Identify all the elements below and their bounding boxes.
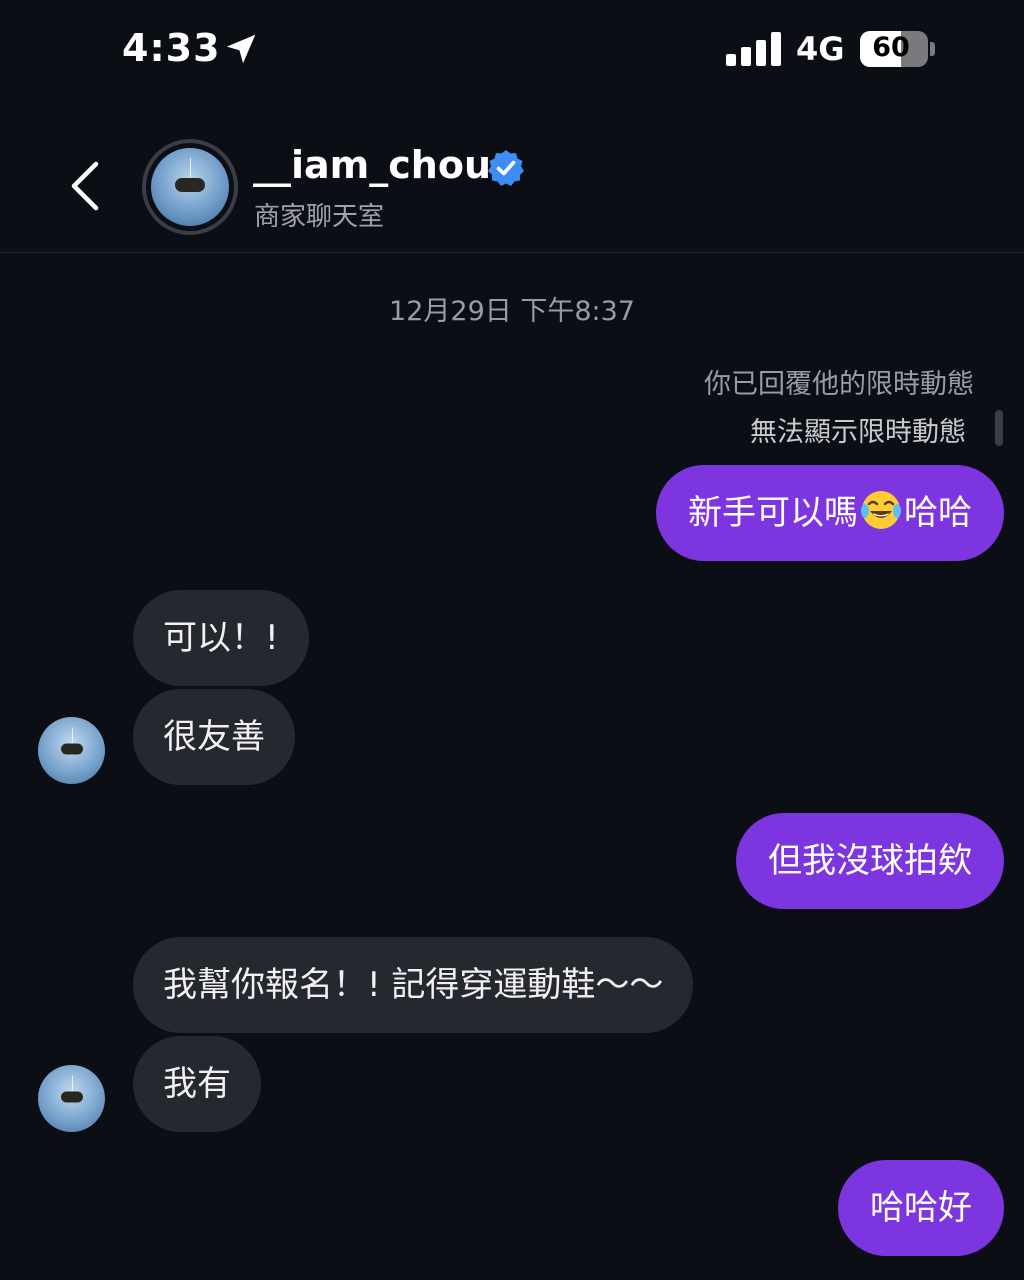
story-reply-note: 你已回覆他的限時動態: [704, 369, 974, 400]
status-time: 4:33: [122, 26, 221, 70]
message-text: 新手可以嗎: [688, 493, 858, 533]
network-type: 4G: [796, 30, 845, 68]
cellular-signal-icon: [726, 32, 782, 66]
battery-percentage: 60: [872, 32, 910, 63]
outgoing-message[interactable]: 哈哈好: [838, 1160, 1004, 1256]
face-with-tears-of-joy-icon: [861, 491, 901, 529]
verified-badge-icon: [488, 150, 524, 186]
back-chevron-icon[interactable]: [66, 160, 106, 212]
sender-avatar[interactable]: [38, 1065, 105, 1132]
message-text-suffix: 哈哈: [904, 493, 972, 533]
incoming-message[interactable]: 我有: [133, 1036, 261, 1132]
incoming-message[interactable]: 我幫你報名！! 記得穿運動鞋～～: [133, 937, 694, 1033]
chat-type-label: 商家聊天室: [254, 202, 385, 232]
story-reply-indicator: [995, 410, 1003, 446]
incoming-message[interactable]: 可以！!: [133, 590, 309, 686]
battery-icon: 60: [860, 31, 928, 67]
outgoing-message[interactable]: 新手可以嗎 哈哈: [656, 465, 1004, 561]
battery-nub: [930, 42, 935, 56]
header-divider: [0, 252, 1024, 253]
incoming-message[interactable]: 很友善: [133, 689, 295, 785]
profile-username[interactable]: __iam_chou: [253, 143, 491, 187]
location-arrow-icon: [226, 34, 256, 64]
story-unavailable-label: 無法顯示限時動態: [750, 417, 966, 448]
sender-avatar[interactable]: [38, 717, 105, 784]
profile-avatar[interactable]: [142, 139, 238, 235]
message-timestamp: 12月29日 下午8:37: [389, 296, 635, 327]
outgoing-message[interactable]: 但我沒球拍欸: [736, 813, 1004, 909]
